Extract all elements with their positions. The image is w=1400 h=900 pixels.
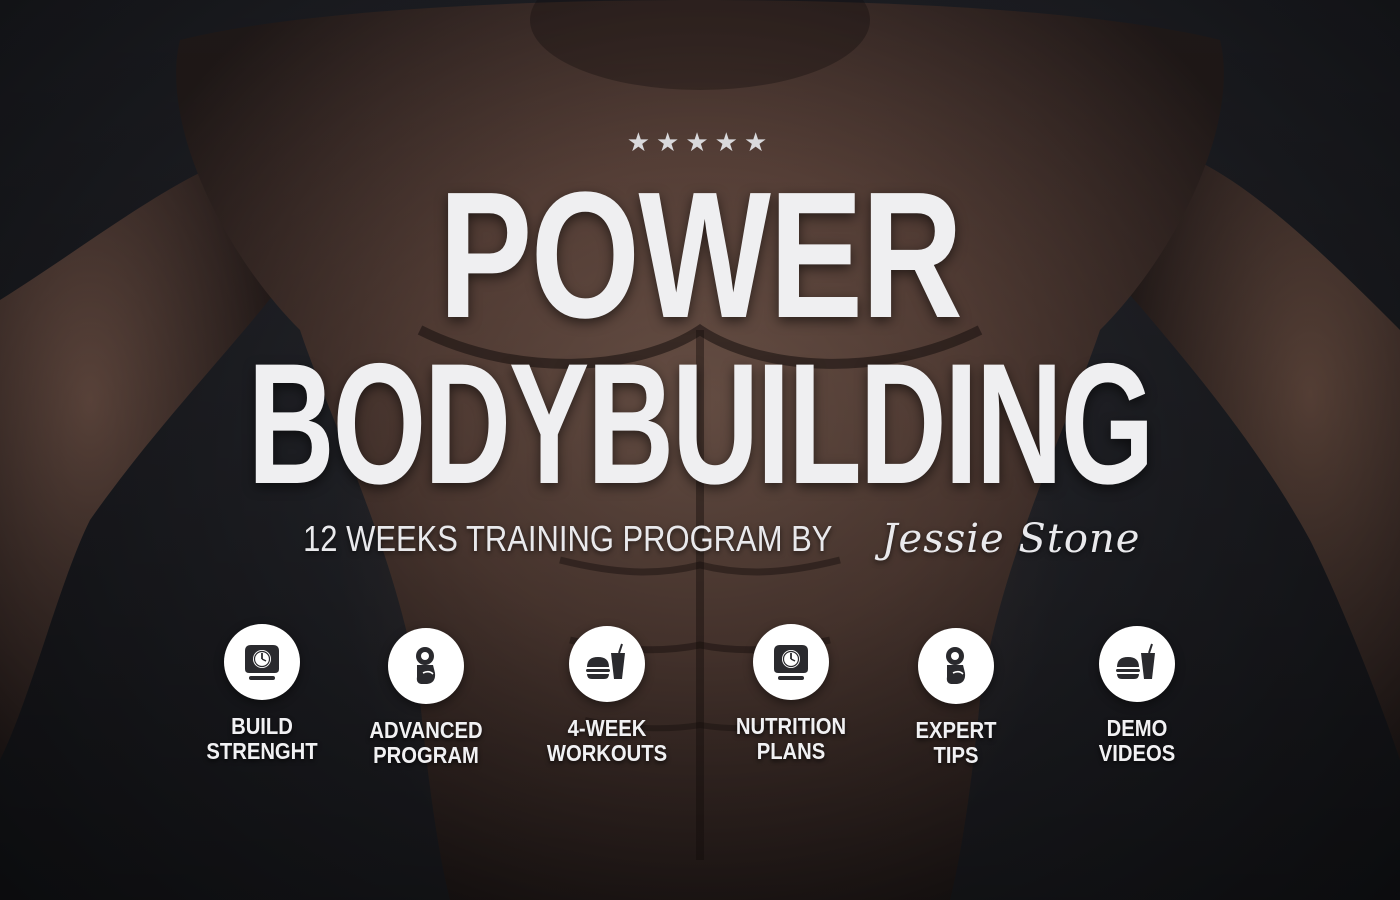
feature-icon-circle	[1099, 626, 1175, 702]
feature-item: BUILD STRENGHT	[177, 624, 347, 764]
flexed-arm-icon	[416, 647, 436, 684]
scale-icon	[774, 645, 808, 680]
feature-icon-circle	[569, 626, 645, 702]
feature-label: ADVANCED PROGRAM	[369, 717, 483, 768]
burger-drink-icon	[586, 643, 625, 679]
hero-banner: ★★★★★ POWER BODYBUILDING 12 WEEKS TRAINI…	[0, 0, 1400, 900]
scale-icon	[245, 645, 279, 680]
content-layer: ★★★★★ POWER BODYBUILDING 12 WEEKS TRAINI…	[0, 0, 1400, 900]
burger-drink-icon	[1116, 643, 1155, 679]
feature-icon-circle	[918, 628, 994, 704]
feature-label: 4-WEEK WORKOUTS	[546, 715, 668, 766]
feature-icon-circle	[753, 624, 829, 700]
feature-item: EXPERT TIPS	[871, 628, 1041, 768]
feature-item: ADVANCED PROGRAM	[341, 628, 511, 768]
feature-item: NUTRITION PLANS	[706, 624, 876, 764]
feature-list: BUILD STRENGHT ADVANCED PROGRAM 4-WEEK W…	[0, 0, 1400, 900]
feature-item: 4-WEEK WORKOUTS	[522, 626, 692, 766]
feature-label: BUILD STRENGHT	[206, 713, 318, 764]
feature-item: DEMO VIDEOS	[1052, 626, 1222, 766]
feature-label: EXPERT TIPS	[915, 717, 997, 768]
feature-icon-circle	[388, 628, 464, 704]
feature-icon-circle	[224, 624, 300, 700]
flexed-arm-icon	[946, 647, 966, 684]
feature-label: DEMO VIDEOS	[1098, 715, 1176, 766]
feature-label: NUTRITION PLANS	[735, 713, 847, 764]
